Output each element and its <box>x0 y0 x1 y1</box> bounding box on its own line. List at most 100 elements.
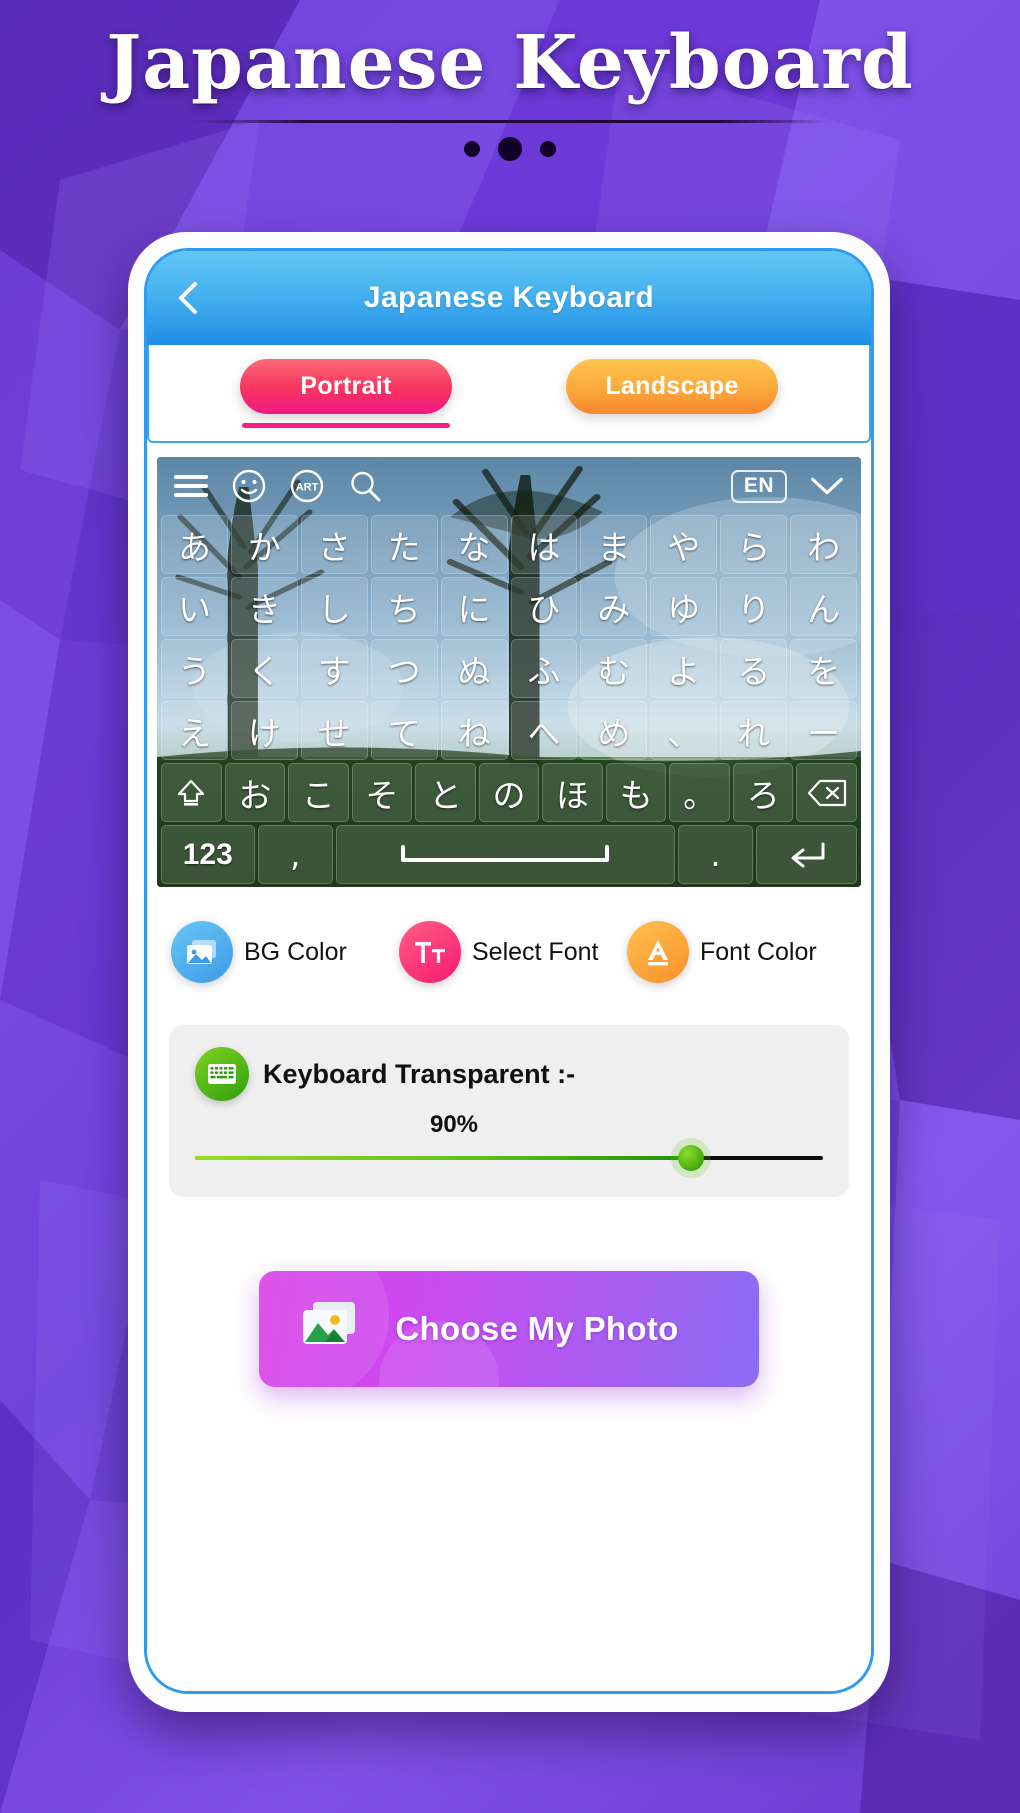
key[interactable]: こ <box>288 763 349 822</box>
key[interactable]: ん <box>790 577 858 636</box>
key[interactable]: り <box>720 577 788 636</box>
transparency-value-row: 90% <box>195 1111 823 1139</box>
key[interactable]: そ <box>351 763 413 822</box>
key[interactable]: せ <box>300 701 368 760</box>
key[interactable]: ほ <box>542 763 603 822</box>
key[interactable]: る <box>720 639 788 698</box>
key[interactable]: す <box>300 639 368 698</box>
enter-key[interactable] <box>756 825 858 884</box>
bg-color-label: BG Color <box>244 937 347 966</box>
phone-screen: Japanese Keyboard Portrait Landscape ART… <box>144 248 874 1694</box>
key[interactable]: を <box>790 639 858 698</box>
key-row-6: 123 , . <box>157 825 861 887</box>
slider-thumb[interactable] <box>678 1145 705 1171</box>
key[interactable]: た <box>370 515 438 574</box>
period-key[interactable]: . <box>677 825 754 884</box>
key[interactable]: ふ <box>510 639 578 698</box>
key[interactable]: か <box>230 515 298 574</box>
key[interactable]: ゆ <box>650 577 718 636</box>
menu-icon[interactable] <box>173 468 209 504</box>
shift-key[interactable] <box>161 763 222 822</box>
slider-fill <box>195 1156 692 1160</box>
key[interactable]: つ <box>370 639 438 698</box>
key[interactable]: き <box>230 577 298 636</box>
shift-icon <box>178 779 205 806</box>
tab-landscape[interactable]: Landscape <box>509 358 835 428</box>
select-font-button[interactable]: Select Font <box>399 921 619 983</box>
page-title: Japanese Keyboard <box>363 281 655 314</box>
key[interactable]: ぬ <box>440 639 508 698</box>
key[interactable]: の <box>478 763 540 822</box>
key[interactable]: と <box>415 763 476 822</box>
emoji-icon[interactable] <box>231 468 267 504</box>
key[interactable]: や <box>650 515 718 574</box>
numeric-key[interactable]: 123 <box>161 825 255 884</box>
font-color-button[interactable]: Font Color <box>627 921 847 983</box>
key[interactable]: も <box>605 763 667 822</box>
key[interactable]: れ <box>720 701 788 760</box>
key[interactable]: し <box>300 577 368 636</box>
back-button[interactable] <box>167 277 209 319</box>
key[interactable]: は <box>510 515 578 574</box>
bg-color-button[interactable]: BG Color <box>171 921 391 983</box>
svg-text:ART: ART <box>296 482 319 494</box>
key[interactable]: む <box>580 639 648 698</box>
carousel-dot-2-active[interactable] <box>498 136 522 161</box>
key[interactable]: あ <box>161 515 228 574</box>
art-icon[interactable]: ART <box>289 468 325 504</box>
backspace-icon <box>807 779 846 806</box>
image-icon <box>171 921 233 983</box>
key[interactable]: ち <box>370 577 438 636</box>
tab-portrait-label: Portrait <box>240 358 452 414</box>
key[interactable]: ら <box>720 515 788 574</box>
key[interactable]: う <box>161 639 228 698</box>
key[interactable]: ま <box>580 515 648 574</box>
key[interactable]: け <box>230 701 298 760</box>
space-icon <box>401 844 610 862</box>
search-icon[interactable] <box>347 468 383 504</box>
key[interactable]: へ <box>510 701 578 760</box>
key[interactable]: さ <box>300 515 368 574</box>
key[interactable]: に <box>440 577 508 636</box>
key[interactable]: わ <box>790 515 858 574</box>
app-header: Japanese Keyboard <box>147 251 871 345</box>
chevron-left-icon <box>179 282 197 314</box>
key[interactable]: く <box>230 639 298 698</box>
key[interactable]: え <box>161 701 228 760</box>
carousel-dot-3[interactable] <box>540 140 556 157</box>
choose-my-photo-button[interactable]: Choose My Photo <box>259 1271 759 1387</box>
promo-headline: Japanese Keyboard <box>0 20 1020 161</box>
font-color-label: Font Color <box>700 937 817 966</box>
key[interactable]: ー <box>790 701 858 760</box>
chevron-down-icon[interactable] <box>809 468 845 504</box>
transparency-slider[interactable] <box>195 1145 823 1171</box>
key[interactable]: よ <box>650 639 718 698</box>
key[interactable]: な <box>440 515 508 574</box>
key[interactable]: め <box>580 701 648 760</box>
carousel-dot-1[interactable] <box>464 140 480 157</box>
key[interactable]: ね <box>440 701 508 760</box>
font-color-icon <box>627 921 689 983</box>
backspace-key[interactable] <box>796 763 858 822</box>
option-buttons-row: BG Color Select Font Font Color <box>147 893 871 1011</box>
tab-portrait[interactable]: Portrait <box>183 358 509 428</box>
key[interactable]: い <box>161 577 228 636</box>
key[interactable]: ろ <box>732 763 794 822</box>
key[interactable]: 。 <box>669 763 730 822</box>
photo-icon <box>299 1298 361 1360</box>
orientation-tabs: Portrait Landscape <box>147 345 871 443</box>
choose-my-photo-label: Choose My Photo <box>395 1310 679 1347</box>
enter-icon <box>791 842 825 867</box>
keyboard-preview-wrapper: ART EN あ か さ た な は ま や ら わ い き し ち に ひ み… <box>147 443 871 893</box>
key[interactable]: 、 <box>650 701 718 760</box>
promo-title: Japanese Keyboard <box>106 20 914 106</box>
space-key[interactable] <box>335 825 675 884</box>
key[interactable]: て <box>370 701 438 760</box>
language-badge[interactable]: EN <box>730 469 787 503</box>
key-row-1: あ か さ た な は ま や ら わ <box>157 515 861 577</box>
key[interactable]: み <box>580 577 648 636</box>
key-row-2: い き し ち に ひ み ゆ り ん <box>157 577 861 639</box>
key[interactable]: お <box>224 763 286 822</box>
key[interactable]: ひ <box>510 577 578 636</box>
comma-key[interactable]: , <box>257 825 333 884</box>
